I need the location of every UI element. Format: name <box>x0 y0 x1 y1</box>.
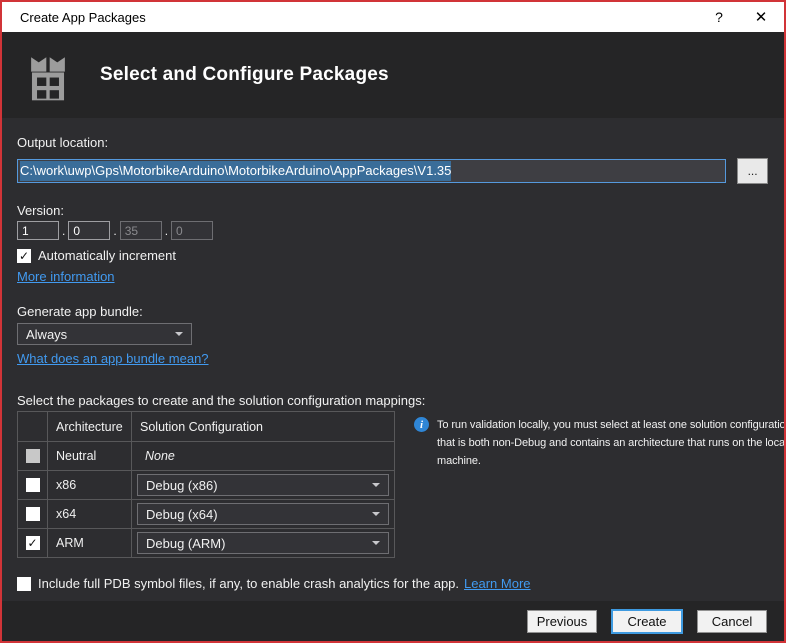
architecture-cell: x64 <box>48 500 132 529</box>
table-row: Neutral None <box>18 442 395 471</box>
dialog-body: Output location: C:\work\uwp\Gps\Motorbi… <box>2 118 784 601</box>
help-icon[interactable]: ? <box>704 9 734 25</box>
chevron-down-icon <box>372 541 380 545</box>
architecture-column-header: Architecture <box>48 412 132 442</box>
package-checkbox-cell: ✓ <box>18 529 48 558</box>
architecture-cell: x86 <box>48 471 132 500</box>
table-row: ✓ ARM Debug (ARM) <box>18 529 395 558</box>
packages-label: Select the packages to create and the so… <box>17 393 768 408</box>
configuration-cell: None <box>132 442 395 471</box>
output-location-input[interactable]: C:\work\uwp\Gps\MotorbikeArduino\Motorbi… <box>17 159 726 183</box>
version-label: Version: <box>17 203 768 218</box>
configuration-dropdown[interactable]: Debug (x86) <box>137 474 389 496</box>
pdb-row: Include full PDB symbol files, if any, t… <box>17 576 768 591</box>
auto-increment-row: ✓ Automatically increment <box>17 248 768 263</box>
version-minor-input[interactable] <box>68 221 110 240</box>
table-row: x64 Debug (x64) <box>18 500 395 529</box>
package-icon <box>21 48 75 102</box>
configuration-selected-value: Debug (ARM) <box>146 536 225 551</box>
pdb-label: Include full PDB symbol files, if any, t… <box>38 576 531 591</box>
package-checkbox[interactable]: ✓ <box>26 536 40 550</box>
browse-button[interactable]: ... <box>737 158 768 184</box>
package-checkbox <box>26 449 40 463</box>
table-header-row: Architecture Solution Configuration <box>18 412 395 442</box>
info-icon: i <box>414 417 429 432</box>
create-button[interactable]: Create <box>612 610 682 633</box>
configuration-dropdown[interactable]: Debug (ARM) <box>137 532 389 554</box>
chevron-down-icon <box>372 512 380 516</box>
auto-increment-label: Automatically increment <box>38 248 176 263</box>
more-information-link[interactable]: More information <box>17 269 115 284</box>
pdb-checkbox[interactable] <box>17 577 31 591</box>
configuration-cell: Debug (x86) <box>132 471 395 500</box>
configuration-selected-value: Debug (x64) <box>146 507 218 522</box>
package-checkbox[interactable] <box>26 478 40 492</box>
validation-info-text: To run validation locally, you must sele… <box>437 416 784 470</box>
version-revision-input[interactable] <box>171 221 213 240</box>
output-location-row: C:\work\uwp\Gps\MotorbikeArduino\Motorbi… <box>17 158 768 184</box>
output-location-label: Output location: <box>17 135 768 150</box>
version-row: . . . <box>17 221 768 240</box>
architecture-cell: ARM <box>48 529 132 558</box>
configuration-selected-value: Debug (x86) <box>146 478 218 493</box>
titlebar: Create App Packages ? ✕ <box>2 2 784 32</box>
previous-button[interactable]: Previous <box>527 610 597 633</box>
close-icon[interactable]: ✕ <box>746 8 776 26</box>
configuration-cell: Debug (ARM) <box>132 529 395 558</box>
solution-configuration-column-header: Solution Configuration <box>132 412 395 442</box>
chevron-down-icon <box>372 483 380 487</box>
learn-more-link[interactable]: Learn More <box>464 576 530 591</box>
dialog-footer: Previous Create Cancel <box>2 601 784 641</box>
bundle-help-link[interactable]: What does an app bundle mean? <box>17 351 209 366</box>
version-major-input[interactable] <box>17 221 59 240</box>
chevron-down-icon <box>175 332 183 336</box>
version-separator: . <box>113 224 116 238</box>
package-checkbox[interactable] <box>26 507 40 521</box>
wizard-header: Select and Configure Packages <box>2 32 784 118</box>
create-app-packages-dialog: Create App Packages ? ✕ Select and Confi… <box>0 0 786 643</box>
checkbox-column-header <box>18 412 48 442</box>
validation-info: i To run validation locally, you must se… <box>414 411 784 470</box>
packages-table-body: Neutral None x86 Debug (x86) x64 Debug (x64) ✓… <box>18 442 395 558</box>
output-location-value: C:\work\uwp\Gps\MotorbikeArduino\Motorbi… <box>20 161 451 181</box>
cancel-button[interactable]: Cancel <box>697 610 767 633</box>
page-title: Select and Configure Packages <box>100 64 389 86</box>
configuration-none-value: None <box>137 449 175 463</box>
configuration-dropdown[interactable]: Debug (x64) <box>137 503 389 525</box>
package-checkbox-cell <box>18 500 48 529</box>
architecture-cell: Neutral <box>48 442 132 471</box>
version-build-input[interactable] <box>120 221 162 240</box>
bundle-label: Generate app bundle: <box>17 304 768 319</box>
package-checkbox-cell <box>18 471 48 500</box>
bundle-selected-value: Always <box>26 327 67 342</box>
version-separator: . <box>62 224 65 238</box>
bundle-dropdown[interactable]: Always <box>17 323 192 345</box>
configuration-cell: Debug (x64) <box>132 500 395 529</box>
packages-section: Architecture Solution Configuration Neut… <box>17 411 768 558</box>
table-row: x86 Debug (x86) <box>18 471 395 500</box>
auto-increment-checkbox[interactable]: ✓ <box>17 249 31 263</box>
window-title: Create App Packages <box>20 10 704 25</box>
packages-table: Architecture Solution Configuration Neut… <box>17 411 395 558</box>
package-checkbox-cell <box>18 442 48 471</box>
version-separator: . <box>165 224 168 238</box>
